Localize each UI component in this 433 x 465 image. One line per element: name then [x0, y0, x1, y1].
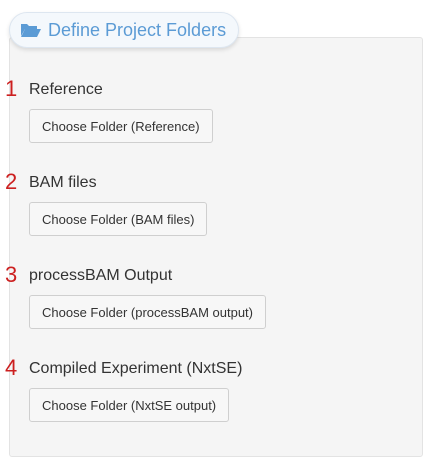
- step-number: 4: [5, 355, 18, 380]
- step-number: 2: [5, 169, 18, 194]
- choose-folder-nxtse-output-button[interactable]: Choose Folder (NxtSE output): [29, 388, 230, 422]
- step-number: 1: [5, 76, 18, 101]
- choose-folder-bam-files-button[interactable]: Choose Folder (BAM files): [29, 202, 208, 236]
- folder-open-icon: [20, 22, 42, 38]
- choose-folder-processbam-output-button[interactable]: Choose Folder (processBAM output): [29, 295, 266, 329]
- project-folders-page: Define Project Folders 1 Reference Choos…: [0, 0, 433, 465]
- step-number: 3: [5, 262, 18, 287]
- panel-title: Define Project Folders: [48, 19, 227, 40]
- section-label: Reference: [29, 81, 103, 98]
- section-label: Compiled Experiment (NxtSE): [29, 360, 243, 377]
- panel-header: Define Project Folders: [9, 12, 240, 48]
- section-label: BAM files: [29, 174, 97, 191]
- choose-folder-reference-button[interactable]: Choose Folder (Reference): [29, 109, 213, 143]
- section-label: processBAM Output: [29, 267, 173, 284]
